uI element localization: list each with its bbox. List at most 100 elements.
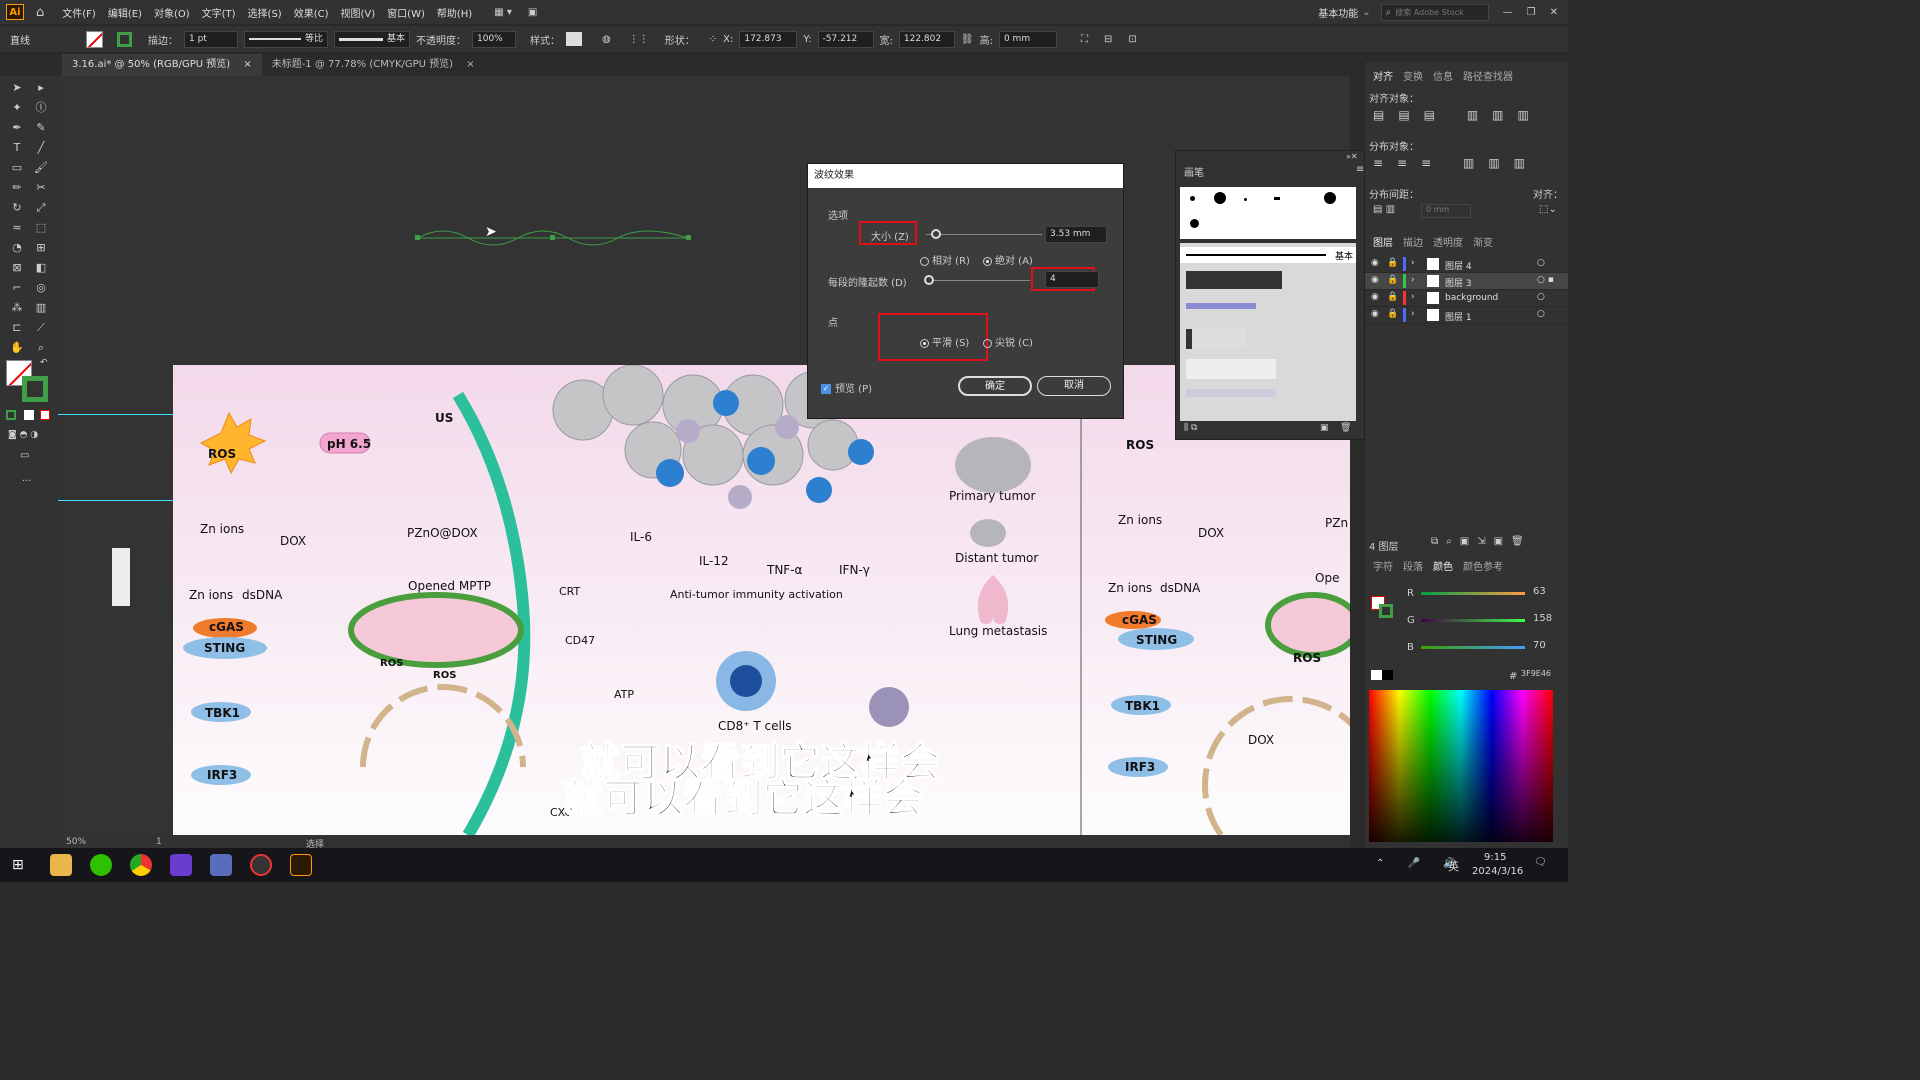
rotate-tool-icon[interactable]: ↻: [8, 200, 26, 216]
graph-tool-icon[interactable]: ▥: [32, 300, 50, 316]
page-number[interactable]: 1: [156, 837, 162, 847]
brush-row[interactable]: [1186, 389, 1276, 397]
align-icon[interactable]: ⊟: [1104, 34, 1112, 45]
zoom-level[interactable]: 50%: [66, 837, 86, 847]
mesh-tool-icon[interactable]: ⊠: [8, 260, 26, 276]
brush-row[interactable]: [1186, 271, 1282, 289]
size-field[interactable]: 3.53 mm: [1045, 226, 1107, 243]
brush-row[interactable]: [1186, 329, 1246, 349]
spacing-buttons-icon[interactable]: ▤ ▥: [1373, 204, 1395, 215]
pen-tool-icon[interactable]: ✒: [8, 120, 26, 136]
brush-row[interactable]: [1186, 303, 1256, 309]
zoom-tool-icon[interactable]: ⌕: [32, 340, 50, 356]
direct-selection-tool-icon[interactable]: ▸: [32, 80, 50, 96]
lock-icon[interactable]: 🔒: [1387, 258, 1398, 268]
slice-tool-icon[interactable]: ⟋: [32, 320, 50, 336]
magic-wand-tool-icon[interactable]: ✦: [8, 100, 26, 116]
size-slider-thumb[interactable]: [931, 229, 941, 239]
tab-stroke[interactable]: 描边: [1403, 234, 1423, 249]
align-to-selection-icon[interactable]: ⬚⌄: [1539, 204, 1557, 215]
target-icon[interactable]: ○: [1537, 309, 1545, 319]
link-icon[interactable]: ⛓: [961, 34, 974, 45]
brush-dot-icon[interactable]: [1190, 196, 1195, 201]
ridges-slider-thumb[interactable]: [924, 275, 934, 285]
eye-icon[interactable]: ◉: [1371, 309, 1379, 319]
more-tools-icon[interactable]: ···: [22, 476, 32, 487]
target-icon[interactable]: ○ ▪: [1537, 275, 1554, 285]
workspace-switcher[interactable]: 基本功能: [1318, 5, 1358, 20]
transform-icon[interactable]: ⛶: [1081, 34, 1088, 45]
brush-dot-icon[interactable]: [1214, 192, 1226, 204]
blend-tool-icon[interactable]: ◎: [32, 280, 50, 296]
gradient-tool-icon[interactable]: ◧: [32, 260, 50, 276]
clock-time[interactable]: 9:15: [1484, 852, 1506, 863]
tab-layers[interactable]: 图层: [1373, 234, 1393, 249]
width-field[interactable]: 122.802: [898, 30, 955, 48]
type-tool-icon[interactable]: T: [8, 140, 26, 156]
ridges-slider[interactable]: [926, 280, 1030, 281]
x-field[interactable]: 172.873: [739, 30, 798, 48]
new-brush-icon[interactable]: ▣: [1320, 423, 1329, 433]
panel-menu-icon[interactable]: ≡: [1356, 164, 1364, 175]
ime-indicator[interactable]: 英: [1448, 858, 1459, 874]
g-slider[interactable]: [1421, 619, 1525, 622]
none-mode-icon[interactable]: [40, 410, 50, 420]
chevron-right-icon[interactable]: ›: [1411, 275, 1415, 285]
y-field[interactable]: -57.212: [817, 30, 874, 48]
wechat-icon[interactable]: [90, 854, 112, 876]
chrome-icon[interactable]: [130, 854, 152, 876]
stock-search-input[interactable]: ⌕ 搜索 Adobe Stock: [1380, 3, 1489, 21]
eye-icon[interactable]: ◉: [1371, 275, 1379, 285]
line-tool-icon[interactable]: ╱: [32, 140, 50, 156]
artboard-tool-icon[interactable]: ⊏: [8, 320, 26, 336]
tab-info[interactable]: 信息: [1433, 68, 1453, 83]
brush-dot-icon[interactable]: [1324, 192, 1336, 204]
delete-icon[interactable]: 🗑: [1340, 423, 1351, 433]
distribute-buttons-icon[interactable]: ≡≡≡ ▥▥▥: [1373, 156, 1539, 170]
ok-button[interactable]: 确定: [958, 376, 1032, 396]
close-icon[interactable]: ×: [466, 59, 474, 70]
brush-dot-icon[interactable]: [1274, 197, 1280, 200]
brush-list[interactable]: 基本: [1180, 243, 1356, 421]
tab-paragraph[interactable]: 段落: [1403, 558, 1423, 573]
draw-mode-icon[interactable]: ◙ ◓ ◑: [8, 430, 38, 440]
eye-icon[interactable]: ◉: [1371, 258, 1379, 268]
rectangle-tool-icon[interactable]: ▭: [8, 160, 26, 176]
opacity-field[interactable]: 100%: [472, 30, 516, 48]
tab-transform[interactable]: 变换: [1403, 68, 1423, 83]
brush-definition[interactable]: 基本: [334, 30, 410, 48]
tab-document-1[interactable]: 3.16.ai* @ 50% (RGB/GPU 预览) ×: [62, 54, 262, 76]
menu-edit[interactable]: 编辑(E): [102, 5, 148, 20]
selection-tool-icon[interactable]: ➤: [8, 80, 26, 96]
size-slider[interactable]: [926, 234, 1042, 235]
b-value[interactable]: 70: [1529, 640, 1563, 654]
spacing-field[interactable]: 0 mm: [1421, 204, 1471, 218]
target-icon[interactable]: ○: [1537, 292, 1545, 302]
r-slider[interactable]: [1421, 592, 1525, 595]
chevron-right-icon[interactable]: ›: [1411, 292, 1415, 302]
tab-pathfinder[interactable]: 路径查找器: [1463, 68, 1513, 83]
style-swatch[interactable]: [566, 32, 582, 46]
gradient-mode-icon[interactable]: [24, 410, 34, 420]
panel-collapse-icon[interactable]: »✕: [1346, 152, 1358, 161]
variable-width-profile[interactable]: 等比: [244, 30, 328, 48]
illustrator-icon[interactable]: [290, 854, 312, 876]
menu-help[interactable]: 帮助(H): [431, 5, 478, 20]
tab-document-2[interactable]: 未标题-1 @ 77.78% (CMYK/GPU 预览) ×: [262, 54, 485, 76]
brush-dot-icon[interactable]: [1190, 219, 1199, 228]
tab-color[interactable]: 颜色: [1433, 558, 1453, 573]
screen-mode-icon[interactable]: ▭: [20, 450, 29, 461]
align-buttons-icon[interactable]: ▤▤▤ ▥▥▥: [1373, 108, 1543, 122]
tab-gradient[interactable]: 渐变: [1473, 234, 1493, 249]
stroke-swatch[interactable]: [117, 31, 132, 47]
layer-row[interactable]: ◉ 🔒 › background ○: [1365, 290, 1568, 307]
menu-select[interactable]: 选择(S): [242, 5, 288, 20]
shape-builder-tool-icon[interactable]: ◔: [8, 240, 26, 256]
preview-checkbox[interactable]: ✓ 预览 (P): [821, 380, 872, 395]
minimize-icon[interactable]: —: [1503, 7, 1513, 18]
eyedropper-tool-icon[interactable]: ⌐: [8, 280, 26, 296]
absolute-radio[interactable]: 绝对 (A): [983, 252, 1033, 267]
lock-icon[interactable]: 🔒: [1387, 275, 1398, 285]
ridges-field[interactable]: 4: [1045, 271, 1099, 288]
home-icon[interactable]: ⌂: [36, 5, 44, 20]
